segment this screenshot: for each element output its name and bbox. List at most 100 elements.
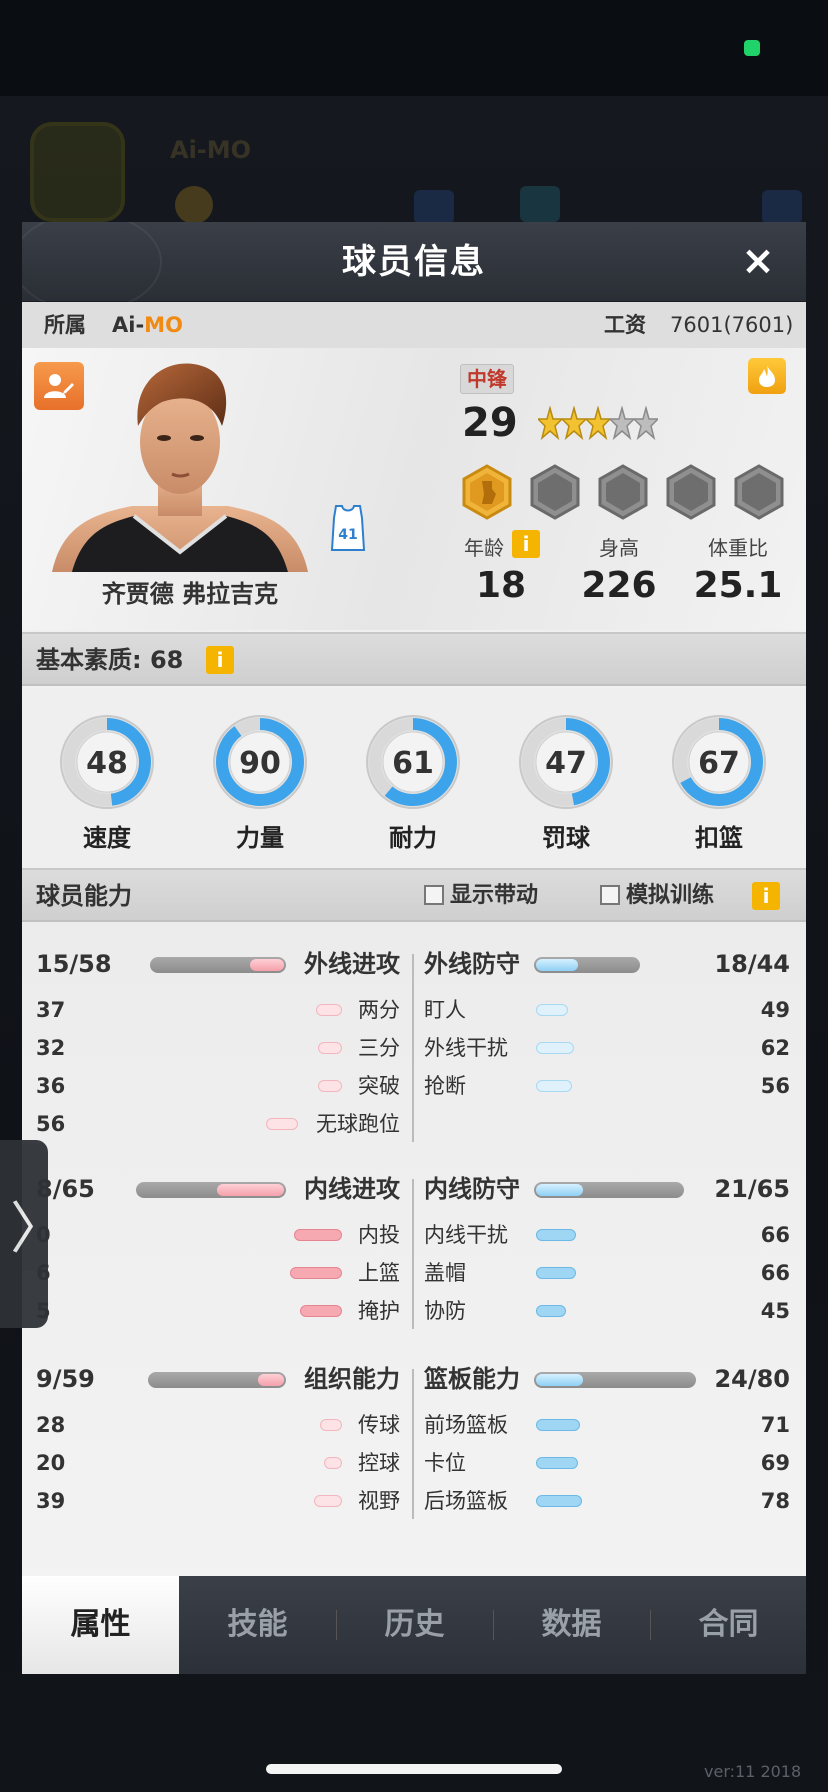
jersey-number: 41: [338, 527, 357, 543]
stat-bar: [294, 1229, 342, 1241]
flame-icon: [759, 365, 775, 387]
stat-value: 20: [36, 1451, 66, 1475]
attribute-value: 48: [86, 746, 128, 781]
home-indicator[interactable]: [266, 1764, 562, 1774]
star-filled-icon: [586, 406, 610, 441]
ability-group-header: 15/58 外线进攻 外线防守 18/44: [22, 946, 806, 982]
attribute-label: 扣篮: [695, 824, 743, 852]
bar-fill: [249, 959, 284, 971]
stat-label: 掩护: [358, 1299, 400, 1323]
player-ability-title: 球员能力: [36, 882, 132, 910]
ability-row: 56 无球跑位: [22, 1106, 806, 1142]
ability-info-icon[interactable]: i: [752, 882, 780, 910]
side-drawer-handle[interactable]: 〉: [0, 1140, 66, 1328]
tab-2[interactable]: 历史: [336, 1576, 493, 1674]
age-value: 18: [475, 565, 527, 606]
team-label: 所属: [44, 313, 86, 337]
stat-bar: [536, 1080, 572, 1092]
tab-separator: [336, 1610, 337, 1640]
hot-streak-button[interactable]: [748, 358, 786, 394]
ability-row: 36 突破 抢断 56: [22, 1068, 806, 1104]
player-info-dialog: 球员信息 × 所属 Ai-MO 工资 7601(7601) 41 齐贾德 弗拉吉…: [22, 222, 806, 1674]
team-logo-background: [30, 122, 125, 222]
star-filled-icon: [562, 406, 586, 441]
tab-separator: [650, 1610, 651, 1640]
add-coin-button-background: [414, 190, 454, 224]
stat-bar: [536, 1457, 578, 1469]
stat-label: 后场篮板: [424, 1489, 508, 1513]
stat-value: 69: [760, 1451, 790, 1475]
age-info-icon[interactable]: i: [512, 530, 540, 558]
team-name-suffix: MO: [144, 313, 183, 337]
tab-4[interactable]: 合同: [650, 1576, 806, 1674]
overall-rating: 29: [462, 400, 518, 446]
position-badge: 中锋: [460, 364, 514, 394]
show-dribble-toggle[interactable]: 显示带动: [424, 870, 538, 922]
stat-label: 三分: [358, 1036, 400, 1060]
group-right-value: 24/80: [714, 1365, 790, 1393]
height-value: 226: [581, 565, 657, 606]
attribute-label: 耐力: [389, 824, 437, 852]
locked-badge-icon[interactable]: [528, 464, 582, 520]
checkbox-icon: [600, 885, 620, 905]
locked-badge-icon[interactable]: [664, 464, 718, 520]
tab-1[interactable]: 技能: [179, 1576, 336, 1674]
stat-bar: [300, 1305, 342, 1317]
show-dribble-label: 显示带动: [450, 883, 539, 908]
stat-label: 抢断: [424, 1074, 466, 1098]
group-right-bar: [534, 1372, 696, 1388]
tab-0[interactable]: 属性: [22, 1576, 179, 1674]
group-right-value: 18/44: [714, 950, 790, 978]
group-right-name: 内线防守: [424, 1175, 520, 1203]
stat-bar: [316, 1004, 342, 1016]
stat-bar: [266, 1118, 298, 1130]
group-left-name: 组织能力: [304, 1365, 400, 1393]
stat-label: 传球: [358, 1413, 400, 1437]
locked-badge-icon[interactable]: [596, 464, 650, 520]
player-ability-bar: 球员能力 显示带动 模拟训练 i: [22, 868, 806, 922]
stat-label: 突破: [358, 1074, 400, 1098]
simulate-training-toggle[interactable]: 模拟训练: [600, 870, 714, 922]
close-button[interactable]: ×: [738, 241, 778, 282]
locked-badge-icon[interactable]: [732, 464, 786, 520]
group-left-bar: [148, 1372, 286, 1388]
attribute-ring: 67 扣篮: [664, 712, 774, 853]
bar-fill: [536, 959, 578, 971]
progress-ring: 61: [366, 715, 460, 809]
player-portrait: [52, 363, 308, 572]
group-right-name: 外线防守: [424, 950, 520, 978]
ability-row: 28 传球 前场篮板 71: [22, 1407, 806, 1443]
background-team-name: Ai-MO: [170, 136, 252, 164]
stat-value: 36: [36, 1074, 66, 1098]
group-left-bar: [136, 1182, 286, 1198]
group-left-name: 内线进攻: [304, 1175, 400, 1203]
attribute-value: 67: [698, 746, 740, 781]
group-right-bar: [534, 957, 640, 973]
jersey-icon: 41: [330, 505, 366, 551]
stat-bar: [536, 1419, 580, 1431]
bar-fill: [536, 1374, 584, 1386]
basic-quality-info-icon[interactable]: i: [206, 646, 234, 674]
ability-row: 6上篮盖帽66: [22, 1255, 806, 1291]
stat-bar: [290, 1267, 342, 1279]
ability-row: 0内投内线干扰66: [22, 1217, 806, 1253]
stat-value: 37: [36, 998, 66, 1022]
group-left-value: 9/59: [36, 1365, 95, 1393]
attribute-label: 速度: [83, 824, 131, 852]
version-text: ver:11 2018: [704, 1762, 802, 1781]
height-block: 身高 226: [564, 532, 674, 606]
tab-3[interactable]: 数据: [493, 1576, 650, 1674]
stat-label: 控球: [358, 1451, 400, 1475]
player-name: 齐贾德 弗拉吉克: [101, 580, 279, 608]
bar-fill: [216, 1184, 284, 1196]
progress-ring: 47: [519, 715, 613, 809]
stat-value: 56: [760, 1074, 790, 1098]
attribute-label: 力量: [236, 824, 284, 852]
basic-quality-title: 基本素质: 68: [36, 646, 184, 674]
simulate-training-label: 模拟训练: [626, 883, 715, 908]
stat-value: 45: [760, 1299, 790, 1323]
group-left-name: 外线进攻: [304, 950, 400, 978]
attribute-ring: 61 耐力: [358, 712, 468, 853]
medal-badge-icon[interactable]: [460, 464, 514, 520]
attribute-ring: 48 速度: [52, 712, 162, 853]
